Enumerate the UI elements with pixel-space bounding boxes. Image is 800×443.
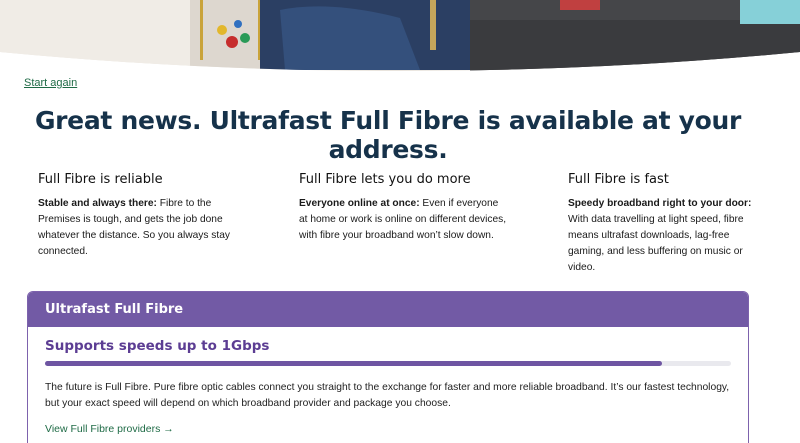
feature-list: Full Fibre is reliable Stable and always… <box>38 172 768 276</box>
card-title: Ultrafast Full Fibre <box>28 292 748 327</box>
speed-label: Supports speeds up to 1Gbps <box>45 338 270 354</box>
hero-image <box>0 0 800 72</box>
feature-lead: Stable and always there: <box>38 198 157 209</box>
card-description: The future is Full Fibre. Pure fibre opt… <box>45 382 730 409</box>
speed-bar <box>45 361 731 366</box>
feature-title: Full Fibre is fast <box>568 172 669 187</box>
feature-title: Full Fibre is reliable <box>38 172 163 187</box>
full-fibre-card: Ultrafast Full Fibre Supports speeds up … <box>27 291 749 443</box>
feature-lead: Everyone online at once: <box>299 198 420 209</box>
feature-body: Stable and always there: Fibre to the Pr… <box>38 196 238 260</box>
feature-do-more: Full Fibre lets you do more Everyone onl… <box>299 172 507 276</box>
feature-lead: Speedy broadband right to your door: <box>568 198 752 209</box>
feature-title: Full Fibre lets you do more <box>299 172 471 187</box>
feature-body: Everyone online at once: Even if everyon… <box>299 196 507 244</box>
start-again-link[interactable]: Start again <box>24 77 77 89</box>
feature-text: With data travelling at light speed, fib… <box>568 214 744 273</box>
feature-fast: Full Fibre is fast Speedy broadband righ… <box>568 172 768 276</box>
feature-reliable: Full Fibre is reliable Stable and always… <box>38 172 238 276</box>
page-title: Great news. Ultrafast Full Fibre is avai… <box>34 106 742 164</box>
speed-bar-fill <box>45 361 663 366</box>
view-providers-link[interactable]: View Full Fibre providers → <box>45 423 174 435</box>
feature-body: Speedy broadband right to your door: Wit… <box>568 196 768 276</box>
